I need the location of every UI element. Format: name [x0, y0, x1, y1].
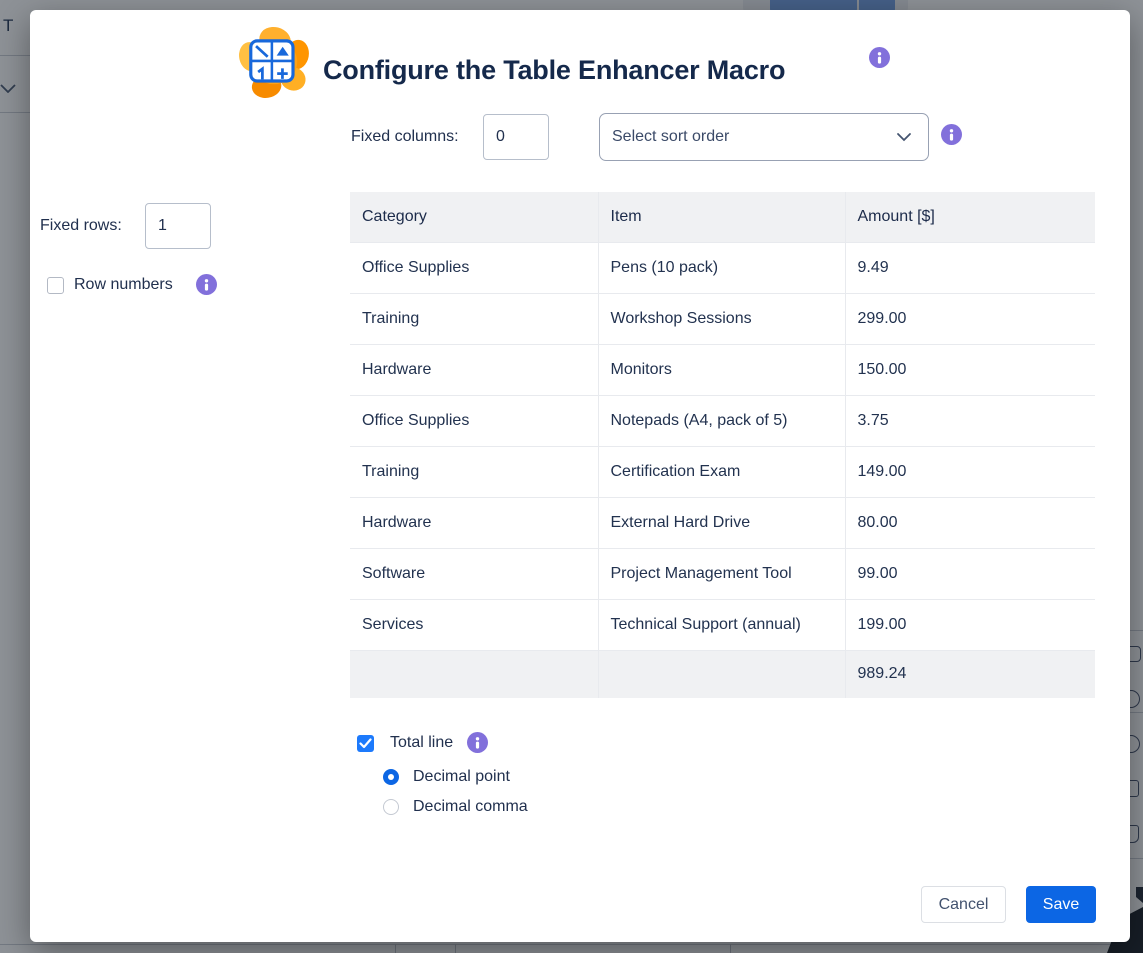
- row-numbers-checkbox[interactable]: [47, 277, 64, 294]
- column-header: Category: [350, 192, 598, 242]
- decimal-point-label: Decimal point: [413, 767, 510, 787]
- cancel-button[interactable]: Cancel: [921, 886, 1006, 923]
- sort-order-info-icon[interactable]: [941, 124, 962, 145]
- sort-order-placeholder: Select sort order: [612, 128, 896, 146]
- table-enhancer-logo-icon: [236, 24, 312, 100]
- title-info-icon[interactable]: [869, 47, 890, 68]
- row-numbers-info-icon[interactable]: [196, 274, 217, 295]
- table-row: Software Project Management Tool 99.00: [350, 548, 1095, 599]
- fixed-rows-label: Fixed rows:: [40, 216, 122, 236]
- total-amount: 989.24: [845, 650, 1095, 698]
- table-row: Hardware External Hard Drive 80.00: [350, 497, 1095, 548]
- table-row: Office Supplies Pens (10 pack) 9.49: [350, 242, 1095, 293]
- table-row: Training Certification Exam 149.00: [350, 446, 1095, 497]
- column-header: Item: [598, 192, 845, 242]
- total-line-checkbox[interactable]: [357, 735, 374, 752]
- dialog-title: Configure the Table Enhancer Macro: [323, 52, 785, 88]
- macro-config-dialog: Configure the Table Enhancer Macro Fixed…: [30, 10, 1130, 942]
- table-header-row: Category Item Amount [$]: [350, 192, 1095, 242]
- check-icon: [359, 738, 372, 749]
- row-numbers-label: Row numbers: [74, 275, 173, 295]
- decimal-comma-radio[interactable]: [383, 799, 399, 815]
- preview-table: Category Item Amount [$] Office Supplies…: [350, 192, 1095, 698]
- decimal-point-radio[interactable]: [383, 769, 399, 785]
- table-row: Hardware Monitors 150.00: [350, 344, 1095, 395]
- screen: T: [0, 0, 1143, 953]
- table-row: Training Workshop Sessions 299.00: [350, 293, 1095, 344]
- decimal-comma-label: Decimal comma: [413, 797, 528, 817]
- column-header: Amount [$]: [845, 192, 1095, 242]
- table-row: Office Supplies Notepads (A4, pack of 5)…: [350, 395, 1095, 446]
- fixed-columns-input[interactable]: [483, 114, 549, 160]
- fixed-rows-input[interactable]: [145, 203, 211, 249]
- chevron-down-icon: [896, 132, 912, 142]
- save-button[interactable]: Save: [1026, 886, 1096, 923]
- table-total-row: 989.24: [350, 650, 1095, 698]
- fixed-columns-label: Fixed columns:: [351, 127, 459, 147]
- total-line-label: Total line: [390, 733, 453, 753]
- sort-order-select[interactable]: Select sort order: [599, 113, 929, 161]
- table-row: Services Technical Support (annual) 199.…: [350, 599, 1095, 650]
- total-line-info-icon[interactable]: [467, 732, 488, 753]
- radio-dot: [388, 774, 394, 780]
